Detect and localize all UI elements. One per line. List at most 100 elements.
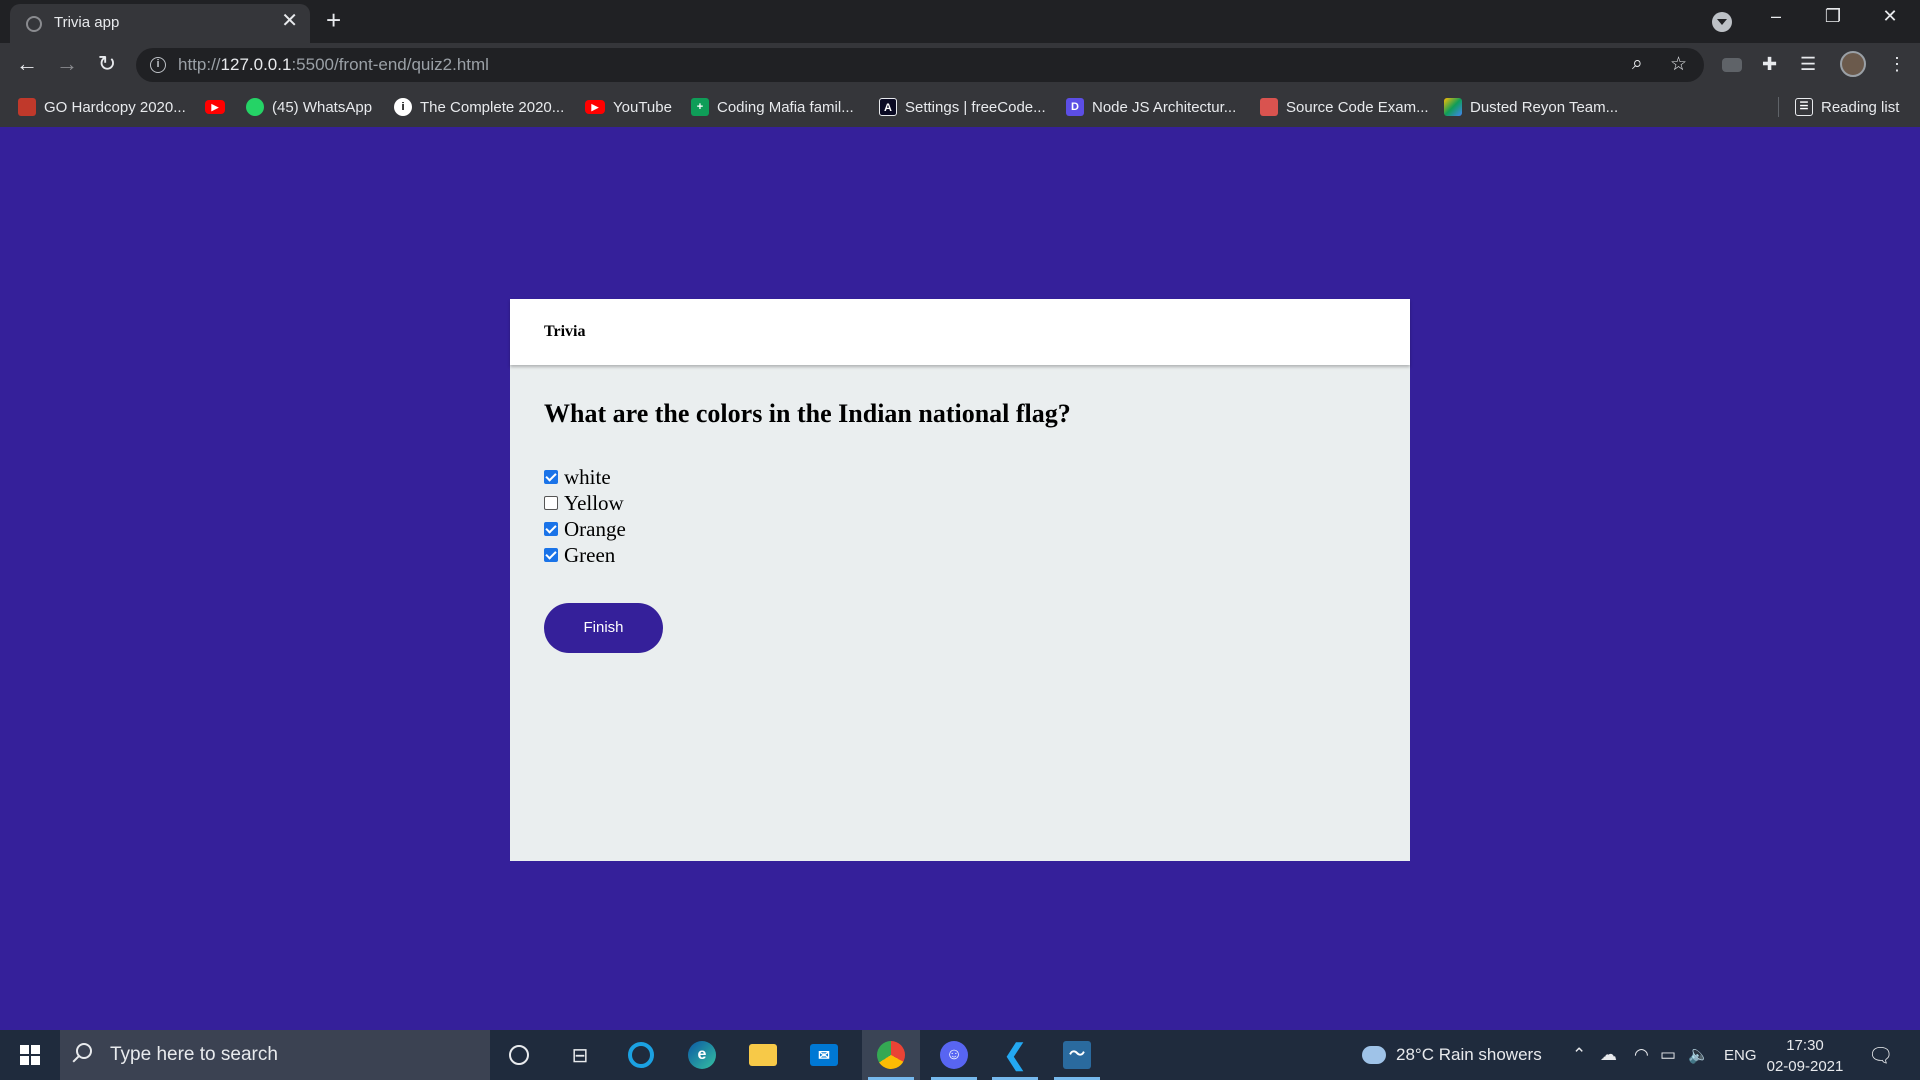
browser-toolbar: ← → ↻ i http://127.0.0.1:5500/front-end/… xyxy=(0,43,1920,87)
youtube-icon: ▶ xyxy=(585,100,605,114)
clock[interactable]: 17:30 02-09-2021 xyxy=(1760,1035,1850,1077)
weather-widget[interactable]: 28°C Rain showers xyxy=(1362,1030,1542,1080)
bookmark-divider xyxy=(1778,97,1779,117)
file-explorer-icon[interactable] xyxy=(734,1030,792,1080)
option-green[interactable]: Green xyxy=(544,542,626,568)
option-white[interactable]: white xyxy=(544,464,626,490)
bookmark-label: Settings | freeCode... xyxy=(905,98,1046,116)
checkbox-unchecked[interactable] xyxy=(544,496,558,510)
cortana-ring-icon[interactable] xyxy=(612,1030,670,1080)
bookmark-label: Source Code Exam... xyxy=(1286,98,1429,116)
bookmark-youtube-icon-only[interactable]: ▶ xyxy=(205,96,233,118)
volume-icon[interactable]: 🔈 xyxy=(1688,1030,1709,1080)
extension-icon[interactable] xyxy=(1722,58,1742,72)
checkbox-checked[interactable] xyxy=(544,548,558,562)
bookmark-label: Coding Mafia famil... xyxy=(717,98,854,116)
udemy-icon: i xyxy=(394,98,412,116)
brand-title: Trivia xyxy=(544,323,586,340)
puzzle-icon[interactable]: ✚ xyxy=(1762,53,1777,75)
sheets-icon: + xyxy=(691,98,709,116)
option-yellow[interactable]: Yellow xyxy=(544,490,626,516)
bookmark-freecodecamp[interactable]: A Settings | freeCode... xyxy=(879,96,1046,118)
restore-button[interactable]: ❐ xyxy=(1813,6,1853,27)
menu-icon[interactable]: ⋮ xyxy=(1888,53,1906,75)
tab-strip: Trivia app ✕ + – ❐ ✕ xyxy=(0,0,1920,43)
search-icon xyxy=(76,1043,92,1059)
bookmark-source-code[interactable]: Source Code Exam... xyxy=(1260,96,1429,118)
node-icon: D xyxy=(1066,98,1084,116)
minimize-button[interactable]: – xyxy=(1756,6,1796,27)
new-tab-button[interactable]: + xyxy=(326,6,341,34)
bookmark-coding-mafia[interactable]: + Coding Mafia famil... xyxy=(691,96,854,118)
vscode-icon[interactable]: ❮ xyxy=(986,1030,1044,1080)
reading-list-button[interactable]: ☰ Reading list xyxy=(1795,96,1899,118)
checkbox-checked[interactable] xyxy=(544,470,558,484)
bookmark-label: Dusted Reyon Team... xyxy=(1470,98,1619,116)
whatsapp-icon xyxy=(246,98,264,116)
show-hidden-icons-icon[interactable]: ⌃ xyxy=(1572,1030,1586,1080)
media-icon[interactable]: ☰ xyxy=(1800,53,1816,75)
clock-date: 02-09-2021 xyxy=(1766,1058,1844,1075)
bookmark-whatsapp[interactable]: (45) WhatsApp xyxy=(246,96,372,118)
chrome-icon[interactable] xyxy=(862,1030,920,1080)
windows-start-icon[interactable] xyxy=(20,1045,40,1065)
language-indicator[interactable]: ENG xyxy=(1724,1030,1757,1080)
bookmarks-bar: GO Hardcopy 2020... ▶ (45) WhatsApp i Th… xyxy=(0,87,1920,127)
battery-icon[interactable]: ▭ xyxy=(1660,1030,1676,1080)
address-bar[interactable]: i http://127.0.0.1:5500/front-end/quiz2.… xyxy=(136,48,1704,82)
bookmark-label: Node JS Architectur... xyxy=(1092,98,1237,116)
option-label: Orange xyxy=(564,516,626,541)
taskbar-search[interactable]: Type here to search xyxy=(60,1030,490,1080)
bookmark-label: GO Hardcopy 2020... xyxy=(44,98,186,116)
bookmark-go-hardcopy[interactable]: GO Hardcopy 2020... xyxy=(18,96,186,118)
back-icon[interactable]: ← xyxy=(12,51,42,77)
zoom-icon[interactable]: ⌕ xyxy=(1632,53,1643,75)
browser-tab[interactable]: Trivia app ✕ xyxy=(10,4,310,43)
cortana-icon[interactable] xyxy=(490,1030,548,1080)
bookmark-dusted-reyon[interactable]: Dusted Reyon Team... xyxy=(1444,96,1618,118)
reading-list-label: Reading list xyxy=(1821,98,1900,116)
bookmark-label: The Complete 2020... xyxy=(420,98,565,116)
star-icon[interactable]: ☆ xyxy=(1670,53,1687,76)
task-view-icon[interactable]: ⊟ xyxy=(551,1030,609,1080)
rain-cloud-icon xyxy=(1362,1046,1386,1064)
checkbox-checked[interactable] xyxy=(544,522,558,536)
discord-icon[interactable]: ☺ xyxy=(925,1030,983,1080)
finish-button[interactable]: Finish xyxy=(544,603,663,653)
wifi-icon[interactable]: ◠ xyxy=(1634,1030,1649,1080)
site-info-icon[interactable]: i xyxy=(150,57,166,73)
reading-list-icon: ☰ xyxy=(1795,98,1813,116)
option-label: white xyxy=(564,464,611,489)
close-tab-icon[interactable]: ✕ xyxy=(281,11,298,31)
taskbar: Type here to search ⊟ e ✉ ☺ ❮ 〜 28°C Rai… xyxy=(0,1030,1920,1080)
option-label: Green xyxy=(564,542,616,567)
youtube-icon: ▶ xyxy=(205,100,225,114)
option-orange[interactable]: Orange xyxy=(544,516,626,542)
bookmark-node-js[interactable]: D Node JS Architectur... xyxy=(1066,96,1236,118)
tab-search-icon[interactable] xyxy=(1712,12,1732,32)
weather-text: 28°C Rain showers xyxy=(1396,1045,1542,1064)
drive-icon xyxy=(1444,98,1462,116)
question-text: What are the colors in the Indian nation… xyxy=(544,399,1071,428)
bookmark-label: YouTube xyxy=(613,98,672,116)
mail-icon[interactable]: ✉ xyxy=(795,1030,853,1080)
notifications-icon[interactable]: 🗨 xyxy=(1868,1030,1893,1080)
quiz-card: Trivia What are the colors in the Indian… xyxy=(510,299,1410,861)
bookmark-label: (45) WhatsApp xyxy=(272,98,373,116)
url-path: :5500/front-end/quiz2.html xyxy=(291,55,489,74)
reload-icon[interactable]: ↻ xyxy=(92,51,122,77)
go-icon xyxy=(18,98,36,116)
onedrive-icon[interactable]: ☁ xyxy=(1600,1030,1617,1080)
freecodecamp-icon: A xyxy=(879,98,897,116)
card-header: Trivia xyxy=(510,299,1410,365)
window-close-button[interactable]: ✕ xyxy=(1870,6,1910,27)
option-label: Yellow xyxy=(564,490,624,515)
forward-icon[interactable]: → xyxy=(52,51,82,77)
bookmark-complete-2020[interactable]: i The Complete 2020... xyxy=(394,96,564,118)
mysql-workbench-icon[interactable]: 〜 xyxy=(1048,1030,1106,1080)
profile-avatar[interactable] xyxy=(1840,51,1866,77)
url-text[interactable]: http://127.0.0.1:5500/front-end/quiz2.ht… xyxy=(178,55,489,75)
options-list: white Yellow Orange Green xyxy=(544,464,626,568)
edge-icon[interactable]: e xyxy=(673,1030,731,1080)
bookmark-youtube[interactable]: ▶ YouTube xyxy=(585,96,672,118)
